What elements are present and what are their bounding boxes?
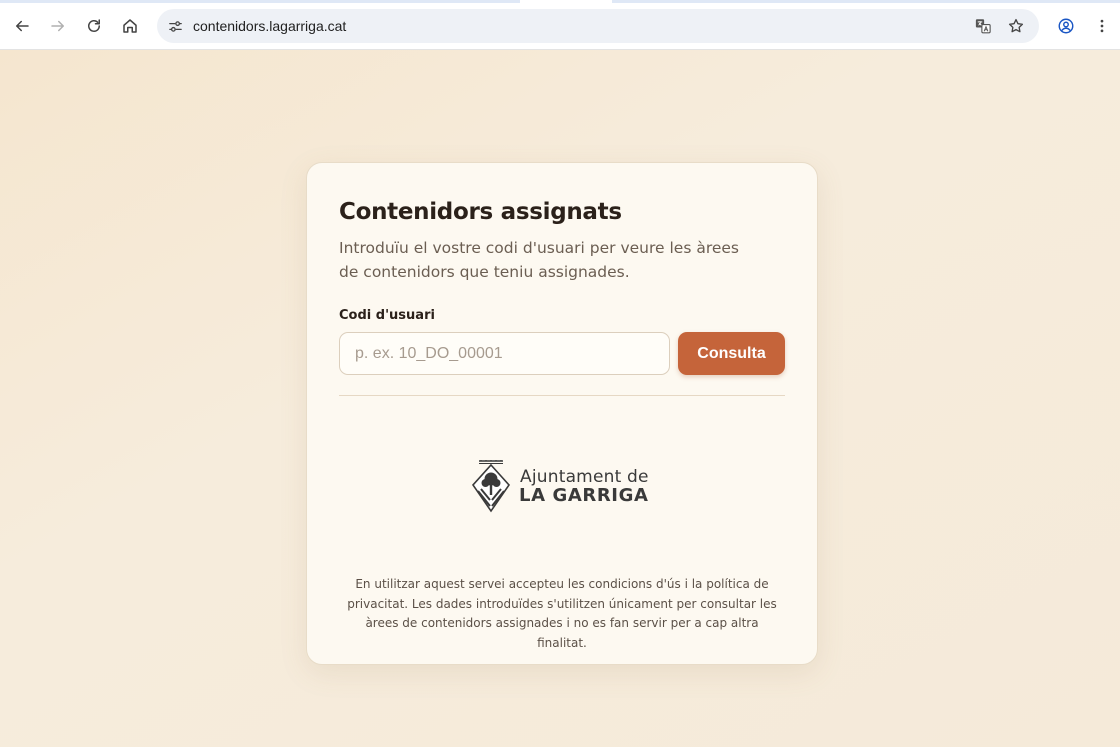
tab-strip — [0, 0, 1120, 3]
arrow-left-icon — [16, 20, 29, 32]
profile-button[interactable] — [1052, 12, 1080, 40]
page-subtitle: Introduïu el vostre codi d'usuari per ve… — [339, 239, 740, 281]
star-icon — [1008, 18, 1024, 33]
browser-menu-button[interactable] — [1088, 12, 1116, 40]
kebab-menu-icon — [1100, 19, 1104, 33]
consulta-button[interactable]: Consulta — [678, 332, 785, 375]
back-button[interactable] — [8, 12, 36, 40]
account-circle-icon — [1058, 18, 1074, 34]
browser-toolbar: contenidors.lagarriga.cat — [0, 0, 1120, 50]
user-code-input[interactable] — [339, 332, 670, 375]
home-icon — [123, 19, 137, 33]
user-code-label: Codi d'usuari — [339, 308, 435, 323]
translate-icon — [975, 19, 991, 34]
coat-of-arms-icon — [471, 460, 511, 513]
site-info-button[interactable] — [163, 14, 187, 38]
home-button[interactable] — [116, 12, 144, 40]
page-title: Contenidors assignats — [339, 199, 622, 225]
url-text[interactable]: contenidors.lagarriga.cat — [193, 9, 346, 43]
arrow-right-icon — [51, 20, 64, 32]
logo-text-ajuntament: Ajuntament de — [520, 467, 649, 487]
privacy-notice: En utilitzar aquest servei accepteu les … — [347, 577, 777, 650]
forward-button[interactable] — [44, 12, 72, 40]
lookup-card: Contenidors assignats Introduïu el vostr… — [306, 162, 818, 665]
logo-text-la-garriga: LA GARRIGA — [519, 485, 649, 506]
section-divider — [339, 395, 785, 396]
reload-button[interactable] — [80, 12, 108, 40]
reload-icon — [88, 19, 100, 32]
tune-icon — [168, 20, 182, 32]
ajuntament-logo: Ajuntament de LA GARRIGA — [469, 459, 659, 515]
translate-button[interactable] — [971, 14, 995, 38]
page-background: Contenidors assignats Introduïu el vostr… — [0, 50, 1120, 747]
bookmark-button[interactable] — [1004, 14, 1028, 38]
address-bar[interactable]: contenidors.lagarriga.cat — [157, 9, 1039, 43]
